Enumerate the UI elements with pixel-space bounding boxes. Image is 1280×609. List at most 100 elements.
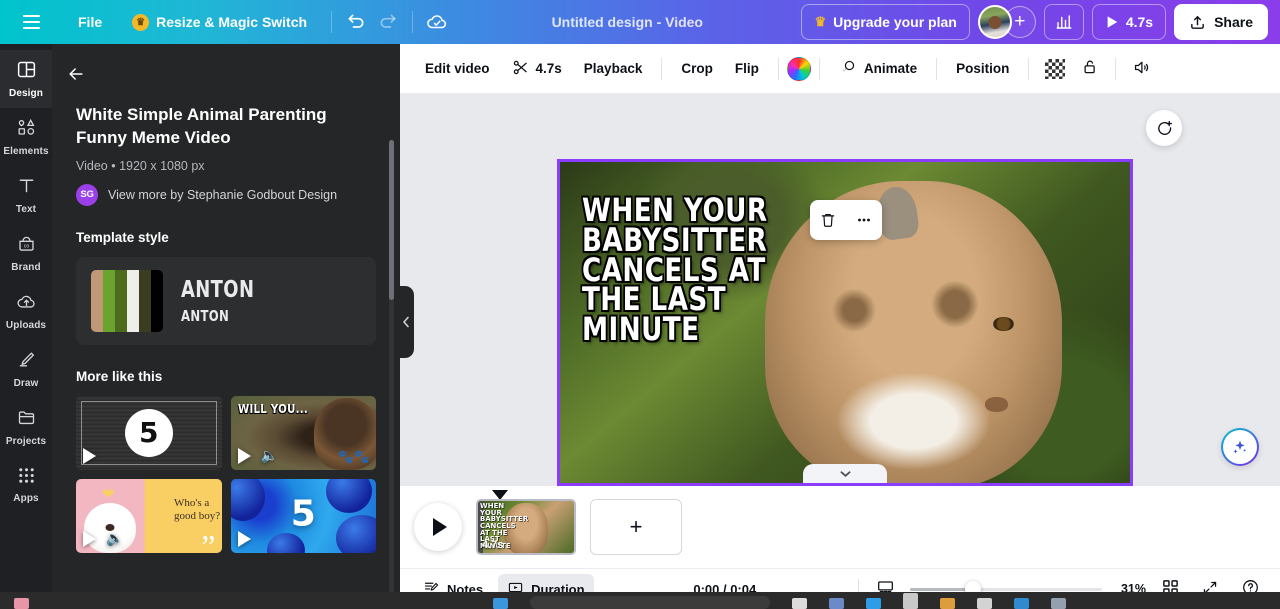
taskbar-app-icon[interactable] — [977, 598, 992, 609]
taskbar-app-icon[interactable] — [829, 598, 844, 609]
timeline-clip[interactable]: WHEN YOUR BABYSITTER CANCELS AT THE LAST… — [476, 499, 576, 555]
design-layout-icon — [16, 59, 37, 85]
list-item[interactable]: 5 — [230, 478, 376, 553]
cougar-ear — [1008, 190, 1049, 245]
decorative-blob — [266, 532, 305, 553]
lock-open-icon — [1081, 58, 1099, 79]
share-upload-icon — [1191, 15, 1204, 29]
sidebar-item-text[interactable]: Text — [0, 166, 52, 224]
animate-button[interactable]: Animate — [828, 52, 928, 86]
hamburger-menu-icon[interactable] — [16, 7, 46, 37]
element-toolbar: Edit video 4.7s Playback Crop Flip Anima… — [400, 44, 1280, 94]
chevron-down-icon — [840, 470, 850, 477]
document-title[interactable]: Untitled design - Video — [552, 14, 703, 30]
magic-studio-button[interactable] — [1221, 428, 1259, 466]
crown-icon: ♛ — [814, 14, 827, 29]
canva-editor-window: File ♛ Resize & Magic Switch Untitled de… — [0, 0, 1280, 609]
sidebar-item-design[interactable]: Design — [0, 50, 52, 108]
template-style-heading: Template style — [76, 229, 169, 245]
upload-cloud-icon — [16, 291, 37, 317]
divider — [1115, 57, 1117, 80]
mute-icon: 🔈 — [106, 529, 124, 546]
decorative-blob — [230, 478, 265, 521]
author-avatar: SG — [76, 183, 98, 206]
timeline-play-button[interactable] — [414, 503, 462, 551]
left-rail: Design Elements Text co Brand Uploads Dr… — [0, 44, 52, 609]
color-wheel-icon[interactable] — [786, 56, 811, 81]
add-page-button[interactable]: + — [590, 499, 682, 555]
undo-icon[interactable] — [340, 6, 372, 38]
transparency-button[interactable] — [1037, 52, 1073, 86]
top-bar: File ♛ Resize & Magic Switch Untitled de… — [0, 0, 1280, 44]
editor-area: Edit video 4.7s Playback Crop Flip Anima… — [400, 44, 1280, 609]
trash-icon[interactable] — [819, 211, 837, 229]
flip-button[interactable]: Flip — [724, 52, 770, 86]
sidebar-item-brand[interactable]: co Brand — [0, 224, 52, 282]
top-bar-left: File ♛ Resize & Magic Switch — [0, 6, 453, 38]
design-page[interactable]: WHEN YOUR BABYSITTER CANCELS AT THE LAST… — [557, 159, 1133, 486]
author-link[interactable]: SG View more by Stephanie Godbout Design — [76, 183, 376, 206]
insights-button[interactable] — [1043, 4, 1084, 40]
taskbar-app-icon[interactable] — [14, 598, 29, 609]
taskbar-app-icon[interactable] — [493, 598, 508, 609]
sidebar-item-draw[interactable]: Draw — [0, 340, 52, 398]
sidebar-item-projects[interactable]: Projects — [0, 398, 52, 456]
list-item[interactable]: ❤ Who's a good boy? ” 🔈 — [76, 478, 222, 553]
preview-play-button[interactable]: 4.7s — [1091, 4, 1167, 40]
list-item[interactable]: 5 — [76, 395, 222, 470]
panel-collapse-handle[interactable] — [398, 286, 414, 358]
taskbar-app-icon[interactable] — [792, 598, 807, 609]
play-icon — [83, 530, 96, 547]
taskbar-app-icon[interactable] — [1014, 598, 1029, 609]
floating-element-toolbar — [810, 200, 882, 240]
file-menu-button[interactable]: File — [68, 8, 112, 36]
taskbar-app-icon[interactable] — [940, 598, 955, 609]
paw-icon: 🐾🐾 — [337, 448, 370, 464]
cloud-saved-icon[interactable] — [421, 6, 453, 38]
more-like-this-heading: More like this — [76, 368, 163, 384]
playback-button[interactable]: Playback — [573, 52, 654, 86]
meme-text-element[interactable]: WHEN YOUR BABYSITTER CANCELS AT THE LAST… — [582, 194, 795, 345]
redo-icon[interactable] — [372, 6, 404, 38]
add-comment-button[interactable] — [1146, 110, 1182, 146]
style-font-primary: ANTON — [181, 276, 255, 303]
taskbar-app-icon[interactable] — [1051, 598, 1066, 609]
resize-magic-switch-button[interactable]: ♛ Resize & Magic Switch — [122, 8, 317, 37]
lock-button[interactable] — [1073, 52, 1107, 86]
heart-icon: ❤ — [102, 485, 115, 503]
more-dots-icon[interactable] — [855, 211, 873, 229]
upgrade-plan-button[interactable]: ♛ Upgrade your plan — [801, 4, 970, 40]
apps-grid-icon — [17, 466, 36, 490]
avatar[interactable] — [977, 5, 1012, 39]
sidebar-item-label: Brand — [11, 262, 41, 273]
sidebar-item-uploads[interactable]: Uploads — [0, 282, 52, 340]
position-label: Position — [956, 61, 1010, 76]
template-style-card[interactable]: ANTON ANTON — [76, 256, 376, 345]
crop-button[interactable]: Crop — [670, 52, 724, 86]
taskbar-app-icon[interactable] — [903, 593, 918, 609]
crop-label: Crop — [681, 61, 713, 76]
timeline-strip: WHEN YOUR BABYSITTER CANCELS AT THE LAST… — [400, 486, 1280, 568]
canvas-area[interactable]: WHEN YOUR BABYSITTER CANCELS AT THE LAST… — [400, 94, 1280, 486]
taskbar-app-icon[interactable] — [51, 598, 471, 609]
volume-button[interactable] — [1124, 52, 1159, 86]
page-collapse-button[interactable] — [803, 464, 887, 483]
taskbar-app-icon[interactable] — [866, 598, 881, 609]
back-arrow-icon[interactable] — [60, 58, 92, 90]
text-t-icon — [16, 175, 37, 201]
trim-button[interactable]: 4.7s — [501, 52, 573, 86]
collaborators-group: + — [977, 5, 1036, 39]
color-swatches — [91, 269, 163, 332]
sidebar-item-elements[interactable]: Elements — [0, 108, 52, 166]
mute-icon: 🔈 — [260, 446, 278, 463]
decorative-blob — [326, 478, 372, 513]
taskbar-search-box[interactable] — [530, 596, 770, 609]
share-button[interactable]: Share — [1174, 4, 1268, 40]
list-item[interactable]: WILL YOU... 🔈 🐾🐾 — [230, 395, 376, 470]
panel-scrollbar[interactable] — [389, 140, 394, 609]
cougar-nose — [984, 396, 1009, 413]
play-icon — [83, 447, 96, 464]
edit-video-button[interactable]: Edit video — [414, 52, 501, 86]
position-button[interactable]: Position — [945, 52, 1020, 86]
sidebar-item-apps[interactable]: Apps — [0, 456, 52, 514]
